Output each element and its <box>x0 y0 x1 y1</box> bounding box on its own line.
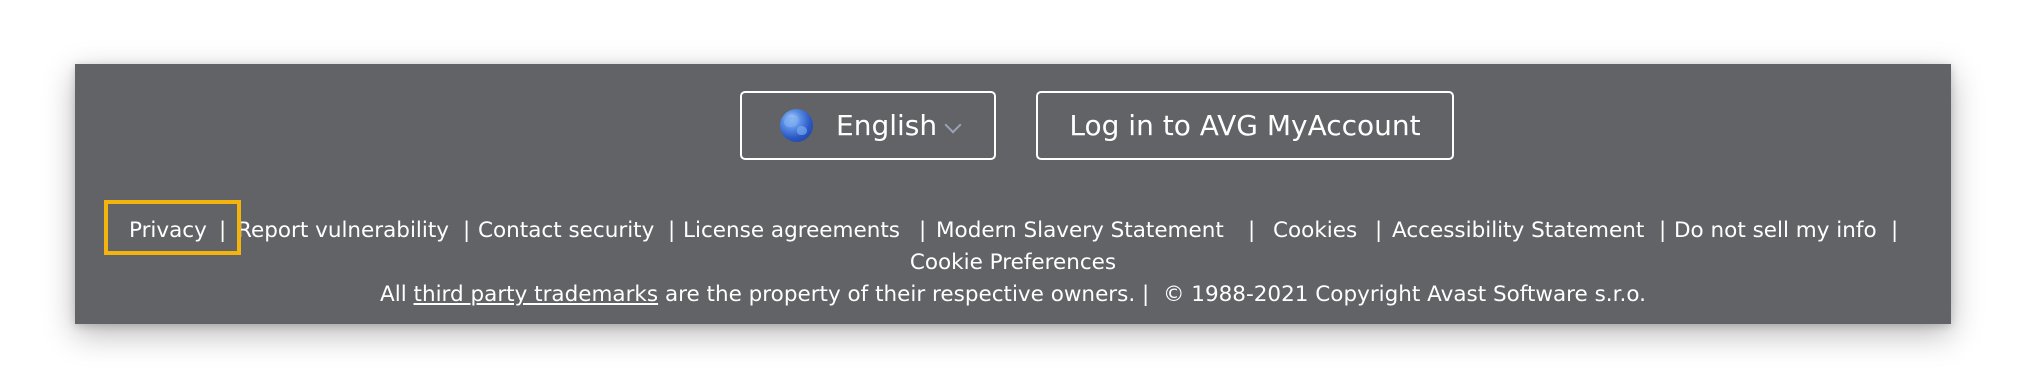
legal-notice: All third party trademarks are the prope… <box>75 279 1951 311</box>
report-vulnerability-link[interactable]: Report vulnerability <box>237 215 449 247</box>
separator: | <box>1659 218 1667 243</box>
modern-slavery-statement-link[interactable]: Modern Slavery Statement <box>936 215 1224 247</box>
separator: | <box>668 218 676 243</box>
footer-links-row: Privacy | Report vulnerability | Contact… <box>75 215 1951 247</box>
chevron-down-icon <box>944 116 962 133</box>
copyright-text: © 1988-2021 Copyright Avast Software s.r… <box>1162 282 1646 307</box>
cookies-link[interactable]: Cookies <box>1273 215 1357 247</box>
globe-icon <box>780 109 813 142</box>
accessibility-statement-link[interactable]: Accessibility Statement <box>1392 215 1644 247</box>
cookie-preferences-link[interactable]: Cookie Preferences <box>910 250 1116 275</box>
separator: | <box>1248 218 1256 243</box>
license-agreements-link[interactable]: License agreements <box>683 215 900 247</box>
separator: | <box>1375 218 1383 243</box>
third-party-trademarks-link[interactable]: third party trademarks <box>414 282 659 307</box>
language-selector-button[interactable]: English <box>740 91 996 160</box>
separator: | <box>919 218 927 243</box>
separator: | <box>463 218 471 243</box>
contact-security-link[interactable]: Contact security <box>478 215 654 247</box>
footer-links-row-2: Cookie Preferences <box>75 247 1951 279</box>
separator: | <box>1891 218 1899 243</box>
site-footer: English Log in to AVG MyAccount Privacy … <box>75 64 1951 324</box>
legal-middle: are the property of their respective own… <box>664 282 1136 307</box>
language-label: English <box>836 109 938 142</box>
legal-prefix: All <box>380 282 407 307</box>
privacy-link[interactable]: Privacy <box>129 215 207 247</box>
separator: | <box>219 218 227 243</box>
do-not-sell-link[interactable]: Do not sell my info <box>1674 215 1877 247</box>
page: English Log in to AVG MyAccount Privacy … <box>0 0 2026 387</box>
separator: | <box>1142 282 1150 307</box>
login-myaccount-button[interactable]: Log in to AVG MyAccount <box>1036 91 1454 160</box>
